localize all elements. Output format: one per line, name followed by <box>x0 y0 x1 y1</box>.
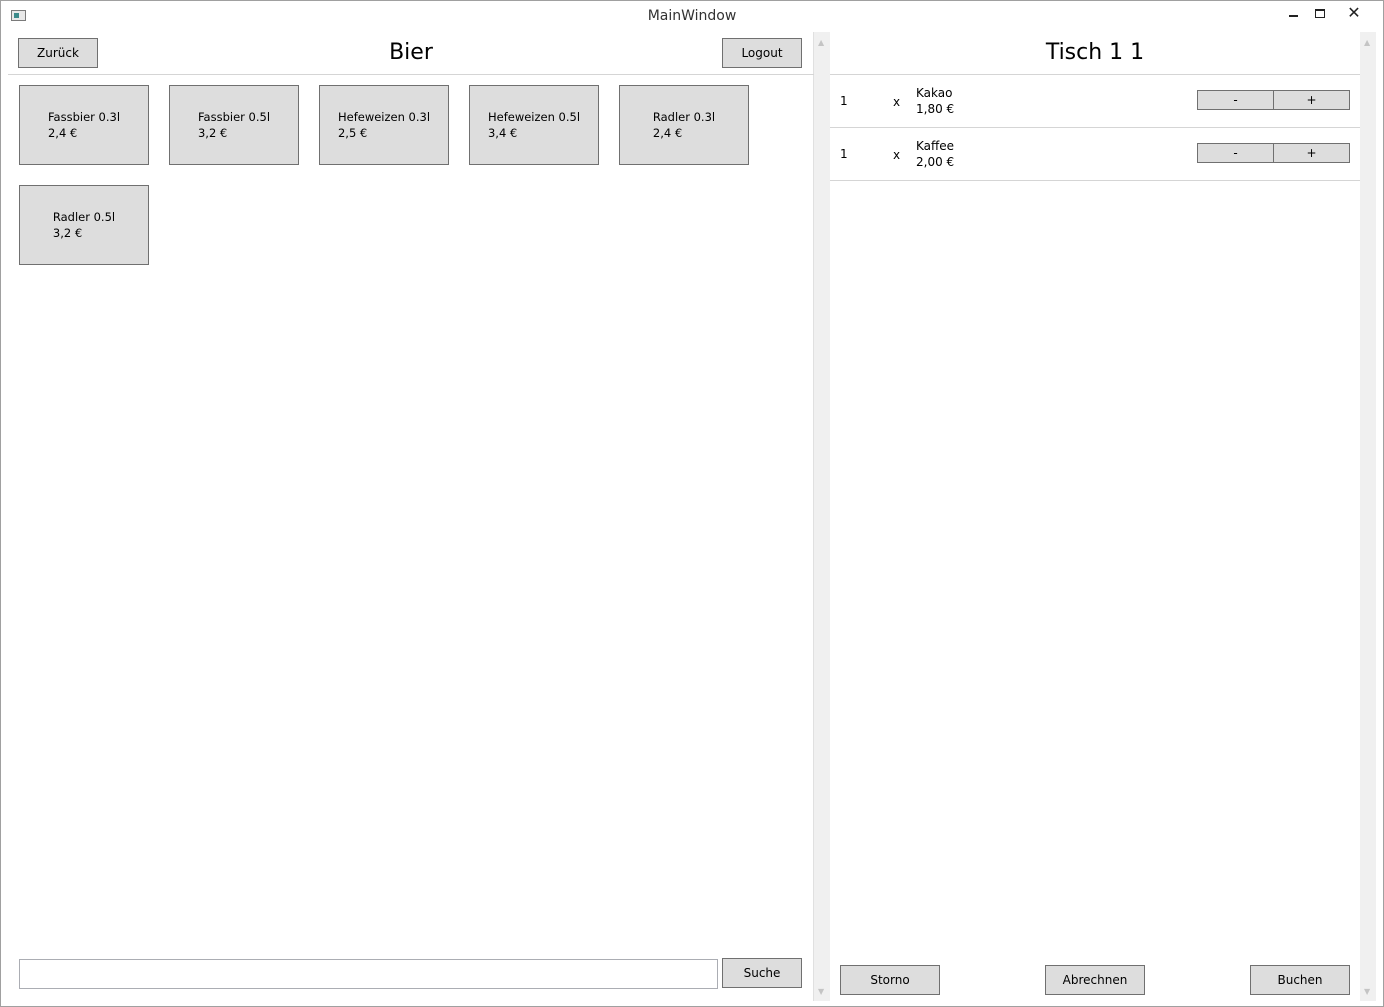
product-price: 2,4 € <box>652 126 683 140</box>
order-item: Kakao 1,80 € <box>916 85 954 117</box>
scroll-down-icon[interactable]: ▼ <box>1364 987 1370 996</box>
order-item-name: Kakao <box>916 86 953 100</box>
close-icon: ✕ <box>1347 3 1361 22</box>
title-bar[interactable]: MainWindow ✕ <box>1 1 1383 31</box>
order-pane: Tisch 1 1 1 x Kakao 1,80 € - + 1 x Kaffe… <box>830 32 1360 1001</box>
order-scrollbar[interactable]: ▲ ▼ <box>1360 32 1376 1001</box>
product-price: 2,5 € <box>337 126 368 140</box>
order-row: 1 x Kakao 1,80 € - + <box>830 75 1360 128</box>
back-button[interactable]: Zurück <box>18 38 98 68</box>
product-name: Fassbier 0.5l <box>197 110 271 124</box>
product-price: 3,2 € <box>197 126 228 140</box>
order-quantity: 1 <box>840 147 848 161</box>
product-button[interactable]: Hefeweizen 0.3l 2,5 € <box>319 85 449 165</box>
minimize-button[interactable] <box>1280 5 1306 23</box>
product-button[interactable]: Radler 0.3l 2,4 € <box>619 85 749 165</box>
scroll-down-icon[interactable]: ▼ <box>818 987 824 996</box>
product-price: 3,4 € <box>487 126 518 140</box>
search-input[interactable] <box>19 959 718 989</box>
scroll-up-icon[interactable]: ▲ <box>1364 38 1370 47</box>
minimize-icon <box>1288 15 1298 17</box>
close-button[interactable]: ✕ <box>1341 5 1367 23</box>
table-title: Tisch 1 1 <box>1045 40 1145 65</box>
search-button[interactable]: Suche <box>722 958 802 988</box>
product-button[interactable]: Fassbier 0.5l 3,2 € <box>169 85 299 165</box>
product-name: Radler 0.5l <box>52 210 116 224</box>
order-row: 1 x Kaffee 2,00 € - + <box>830 128 1360 181</box>
product-name: Fassbier 0.3l <box>47 110 121 124</box>
product-name: Hefeweizen 0.3l <box>337 110 431 124</box>
product-name: Hefeweizen 0.5l <box>487 110 581 124</box>
product-price: 2,4 € <box>47 126 78 140</box>
storno-button[interactable]: Storno <box>840 965 940 995</box>
maximize-button[interactable] <box>1307 5 1333 23</box>
product-price: 3,2 € <box>52 226 83 240</box>
increase-quantity-button[interactable]: + <box>1273 143 1350 163</box>
decrease-quantity-button[interactable]: - <box>1197 143 1274 163</box>
order-item-price: 1,80 € <box>916 102 955 116</box>
order-item-name: Kaffee <box>916 139 955 153</box>
order-multiplier: x <box>893 148 901 162</box>
product-button[interactable]: Radler 0.5l 3,2 € <box>19 185 149 265</box>
scroll-up-icon[interactable]: ▲ <box>818 38 824 47</box>
window-title: MainWindow <box>647 8 737 24</box>
increase-quantity-button[interactable]: + <box>1273 90 1350 110</box>
order-quantity: 1 <box>840 94 848 108</box>
product-name: Radler 0.3l <box>652 110 716 124</box>
category-title: Bier <box>389 40 433 65</box>
main-window: MainWindow ✕ Zurück Bier Logout Fassbier… <box>0 0 1384 1007</box>
maximize-icon <box>1315 9 1325 18</box>
header-divider <box>8 74 814 75</box>
abrechnen-button[interactable]: Abrechnen <box>1045 965 1145 995</box>
product-button[interactable]: Fassbier 0.3l 2,4 € <box>19 85 149 165</box>
product-pane: Zurück Bier Logout Fassbier 0.3l 2,4 € F… <box>8 32 814 1001</box>
logout-button[interactable]: Logout <box>722 38 802 68</box>
order-multiplier: x <box>893 95 901 109</box>
decrease-quantity-button[interactable]: - <box>1197 90 1274 110</box>
product-scrollbar[interactable]: ▲ ▼ <box>814 32 830 1001</box>
buchen-button[interactable]: Buchen <box>1250 965 1350 995</box>
product-button[interactable]: Hefeweizen 0.5l 3,4 € <box>469 85 599 165</box>
order-item: Kaffee 2,00 € <box>916 138 954 170</box>
order-item-price: 2,00 € <box>916 155 955 169</box>
